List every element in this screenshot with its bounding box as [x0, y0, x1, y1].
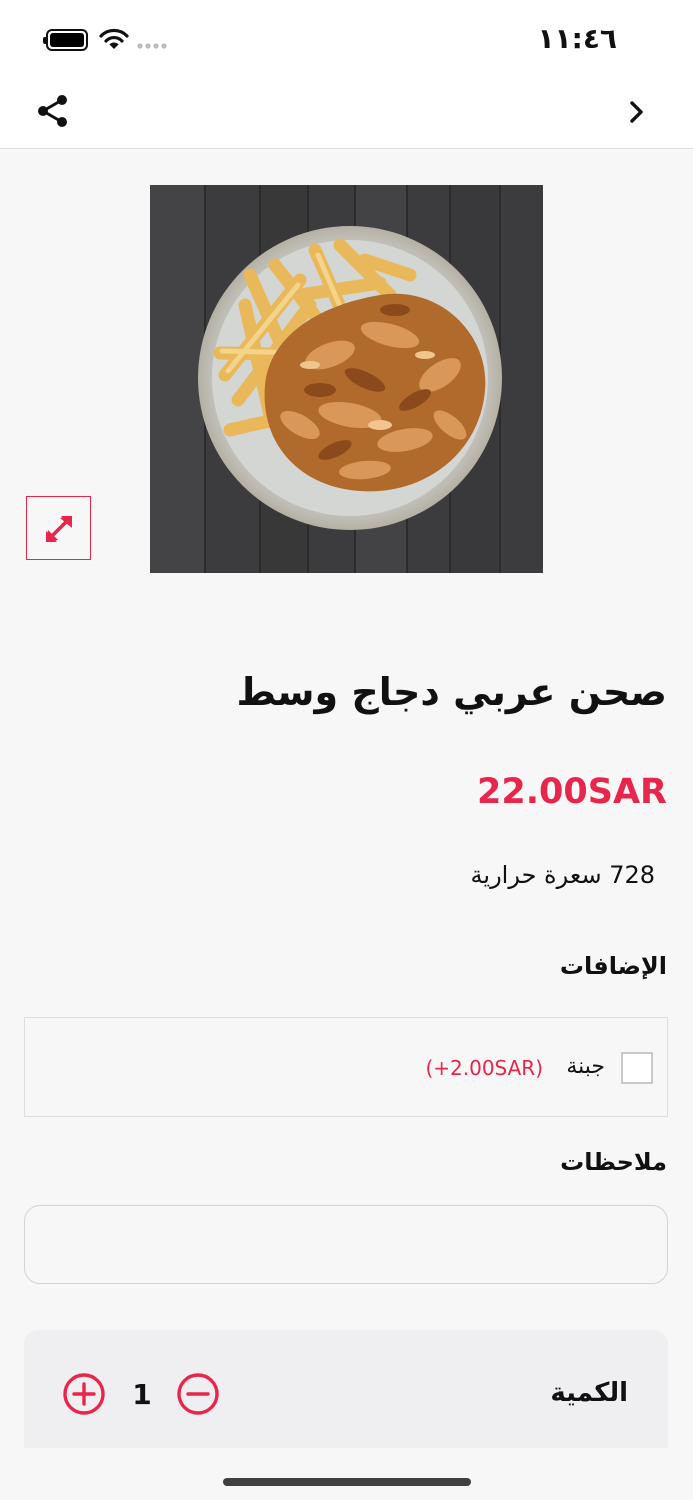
battery-icon — [43, 29, 88, 51]
chevron-right-icon[interactable] — [627, 98, 647, 126]
status-bar: ١١:٤٦ — [0, 0, 693, 78]
share-icon[interactable] — [34, 92, 72, 130]
minus-circle-icon[interactable] — [176, 1372, 220, 1416]
addon-price: (+2.00SAR) — [425, 1056, 543, 1080]
nav-bar — [0, 78, 693, 149]
notes-input[interactable] — [24, 1205, 668, 1284]
addons-list: جبنة (+2.00SAR) — [24, 1017, 668, 1117]
quantity-label: الكمية — [550, 1378, 628, 1408]
addon-checkbox[interactable] — [621, 1052, 653, 1084]
home-indicator[interactable] — [223, 1478, 471, 1486]
addon-name: جبنة — [566, 1054, 605, 1079]
product-calories: 728 سعرة حرارية — [470, 861, 655, 889]
product-title: صحن عربي دجاج وسط — [236, 670, 667, 714]
product-image — [150, 185, 543, 573]
notes-section-title: ملاحظات — [560, 1148, 667, 1176]
quantity-panel: 1 الكمية — [24, 1330, 668, 1448]
plus-circle-icon[interactable] — [62, 1372, 106, 1416]
product-price: 22.00SAR — [477, 772, 667, 812]
cellular-signal-icon — [137, 43, 167, 49]
wifi-icon — [99, 28, 129, 49]
addons-section-title: الإضافات — [559, 952, 667, 980]
expand-arrows-icon — [46, 516, 72, 542]
status-time: ١١:٤٦ — [537, 22, 617, 55]
expand-image-button[interactable] — [26, 496, 91, 560]
quantity-value: 1 — [132, 1378, 152, 1411]
